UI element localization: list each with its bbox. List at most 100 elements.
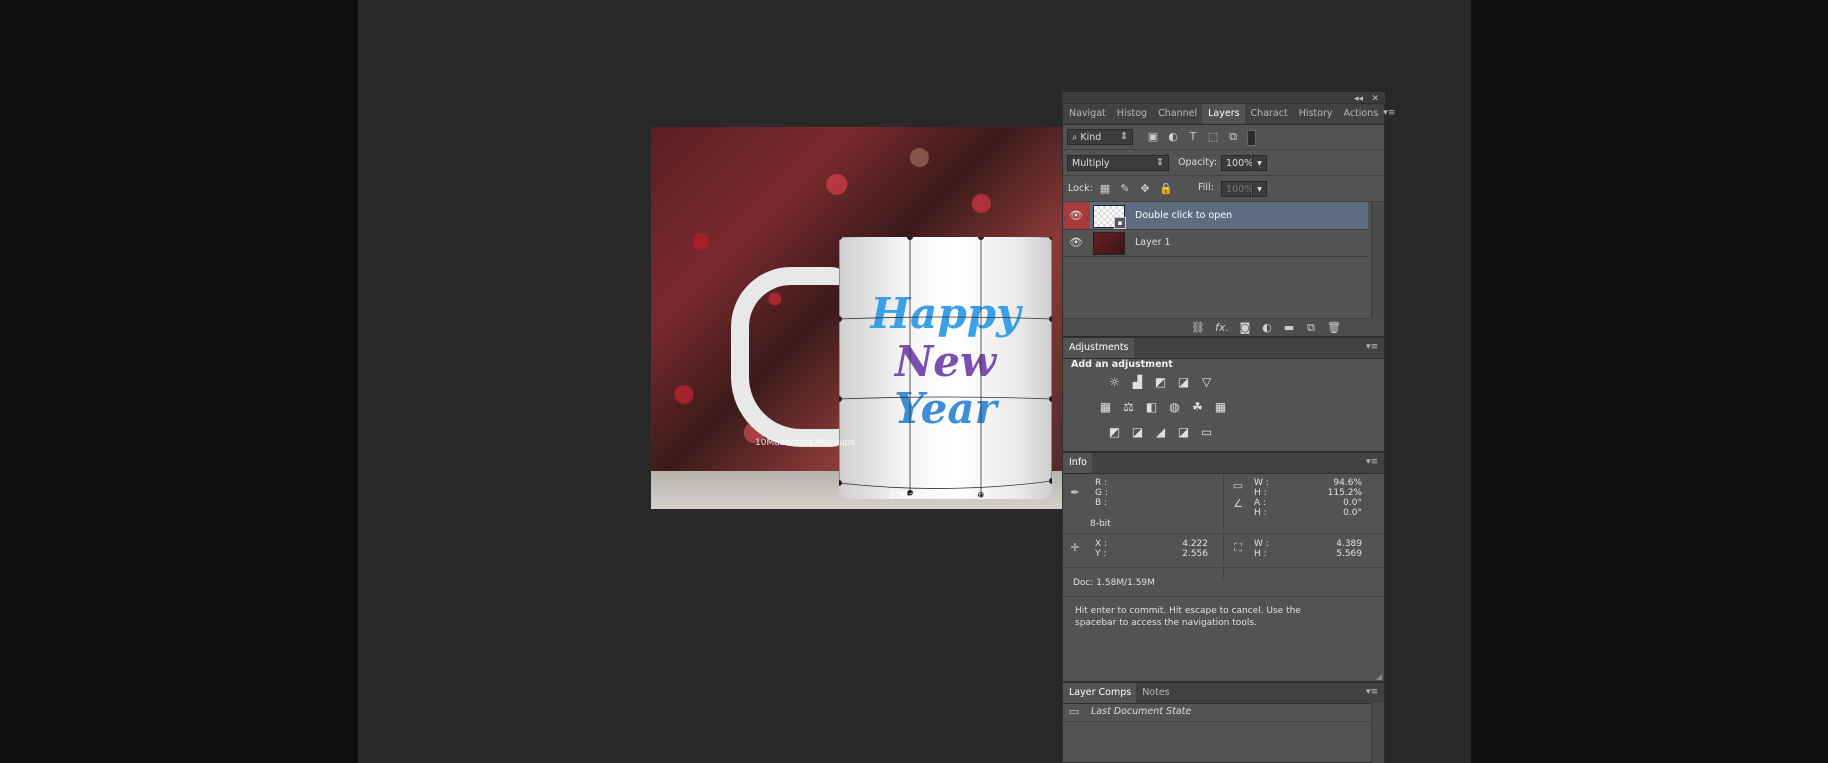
info-panel: Info ▾≡ ✒ R : G : B : 8-bit ▭ ∠ W : 94.6… <box>1062 452 1385 682</box>
hue-saturation-icon[interactable]: ▦ <box>1098 401 1113 414</box>
tab-notes[interactable]: Notes <box>1136 683 1174 703</box>
info-y-value: 2.556 <box>1182 549 1208 559</box>
layers-scrollbar[interactable] <box>1371 202 1384 318</box>
fill-input[interactable]: 100% <box>1221 181 1253 197</box>
folder-icon[interactable]: ▬ <box>1283 322 1295 334</box>
posterize-icon[interactable]: ◪ <box>1130 426 1145 439</box>
document-canvas[interactable]: Happy New Year 10Mazzzzzzz Mockups 10Maz… <box>651 127 1064 509</box>
panel-menu-icon[interactable]: ▾≡ <box>1366 683 1384 703</box>
info-w-value: 4.389 <box>1336 539 1362 549</box>
blend-mode-select[interactable]: Multiply ⇕ <box>1067 155 1169 171</box>
eye-icon[interactable]: 👁 <box>1069 236 1083 249</box>
select-arrows-icon: ⇕ <box>1156 157 1164 168</box>
smart-object-badge-icon: ▪ <box>1114 217 1126 229</box>
transform-size-icon: ▭ <box>1232 479 1244 492</box>
comp-state-icon: ▭ <box>1068 705 1080 718</box>
eye-icon[interactable]: 👁 <box>1069 209 1083 222</box>
lock-paint-icon[interactable]: ✎ <box>1119 183 1131 195</box>
info-transform-skew-value: 0.0° <box>1343 508 1362 518</box>
panel-menu-icon[interactable]: ▾≡ <box>1366 338 1384 358</box>
tab-actions[interactable]: Actions <box>1338 104 1384 124</box>
info-doc-size: Doc: 1.58M/1.59M <box>1073 578 1155 588</box>
tab-histogram[interactable]: Histog <box>1111 104 1152 124</box>
layers-panel-tabs: Navigat Histog Channel Layers Charact Hi… <box>1063 104 1395 125</box>
lock-label: Lock: <box>1068 183 1093 194</box>
lock-position-icon[interactable]: ✥ <box>1139 183 1151 195</box>
filter-type-icon[interactable]: T <box>1187 131 1199 143</box>
mask-icon[interactable]: ◙ <box>1239 322 1251 334</box>
panel-menu-icon[interactable]: ▾≡ <box>1366 453 1384 473</box>
opacity-input[interactable]: 100% <box>1221 155 1253 171</box>
tab-layers[interactable]: Layers <box>1202 104 1245 124</box>
info-row-divider <box>1063 533 1384 534</box>
filter-shape-icon[interactable]: ⬚ <box>1207 131 1219 143</box>
resize-grip-icon[interactable]: ◢ <box>1376 672 1382 681</box>
tab-character[interactable]: Charact <box>1245 104 1293 124</box>
exposure-icon[interactable]: ◪ <box>1176 376 1191 389</box>
photo-filter-icon[interactable]: ◍ <box>1167 401 1182 414</box>
fill-dropdown-button[interactable]: ▾ <box>1252 181 1267 197</box>
watermark-bottom: 10Mazzzzzzz Mockups <box>889 491 989 501</box>
info-divider <box>1223 475 1224 579</box>
adjustment-row-1: ☼ ▟ ◩ ◪ ▽ <box>1103 376 1218 389</box>
layer-row-smart-object[interactable]: 👁 ▪ Double click to open <box>1063 202 1368 230</box>
tab-navigator[interactable]: Navigat <box>1063 104 1111 124</box>
info-r-label: R : <box>1095 478 1108 488</box>
layer-name: Layer 1 <box>1135 237 1171 248</box>
tab-history[interactable]: History <box>1293 104 1338 124</box>
channel-mixer-icon[interactable]: ☘ <box>1190 401 1205 414</box>
layers-footer: ⛓ fx. ◙ ◐ ▬ ⧉ 🗑 <box>1063 318 1384 336</box>
selective-color-icon[interactable]: ◪ <box>1176 426 1191 439</box>
vibrance-icon[interactable]: ▽ <box>1199 376 1214 389</box>
adjustments-tabs: Adjustments ▾≡ <box>1063 338 1384 359</box>
info-transform-h-label: H : <box>1254 488 1267 498</box>
adjustments-heading: Add an adjustment <box>1071 359 1173 370</box>
tab-channels[interactable]: Channel <box>1152 104 1202 124</box>
filter-toggle-icon[interactable] <box>1247 130 1256 146</box>
warp-mesh[interactable] <box>839 237 1052 499</box>
watermark-left: 10Mazzzzzzz Mockups <box>755 438 855 448</box>
info-h-value: 5.569 <box>1336 549 1362 559</box>
threshold-icon[interactable]: ◢ <box>1153 426 1168 439</box>
layer-comps-panel: Layer Comps Notes ▾≡ ▭ Last Document Sta… <box>1062 682 1385 763</box>
layer-comps-scrollbar[interactable] <box>1371 703 1384 763</box>
fx-icon[interactable]: fx. <box>1215 322 1229 334</box>
link-icon[interactable]: ⛓ <box>1191 322 1205 334</box>
info-g-label: G : <box>1095 488 1108 498</box>
curves-icon[interactable]: ◩ <box>1153 376 1168 389</box>
trash-icon[interactable]: 🗑 <box>1327 322 1341 334</box>
filter-smart-object-icon[interactable]: ⧉ <box>1227 131 1239 143</box>
info-transform-skew-label: H : <box>1254 508 1267 518</box>
brightness-icon[interactable]: ☼ <box>1107 376 1122 389</box>
layer-thumbnail <box>1093 232 1125 255</box>
color-balance-icon[interactable]: ⚖ <box>1121 401 1136 414</box>
filter-adjustment-icon[interactable]: ◐ <box>1167 131 1179 143</box>
select-arrows-icon: ⇕ <box>1120 131 1128 142</box>
adjustment-row-2: ▦ ⚖ ◧ ◍ ☘ ▦ <box>1094 401 1232 414</box>
levels-icon[interactable]: ▟ <box>1130 376 1145 389</box>
layer-comp-item[interactable]: ▭ Last Document State <box>1063 703 1371 722</box>
info-h-label: H : <box>1254 549 1267 559</box>
lock-transparent-icon[interactable]: ▦ <box>1099 183 1111 195</box>
tab-adjustments[interactable]: Adjustments <box>1063 338 1134 358</box>
tab-info[interactable]: Info <box>1063 453 1092 473</box>
lock-all-icon[interactable]: 🔒 <box>1159 183 1173 195</box>
new-layer-icon[interactable]: ⧉ <box>1305 322 1317 334</box>
filter-kind-select[interactable]: ⌕ Kind ⇕ <box>1067 129 1133 145</box>
layer-row-layer-1[interactable]: 👁 Layer 1 <box>1063 229 1368 257</box>
fill-label: Fill: <box>1198 182 1214 193</box>
invert-icon[interactable]: ◩ <box>1107 426 1122 439</box>
opacity-dropdown-button[interactable]: ▾ <box>1252 155 1267 171</box>
adjustment-icon[interactable]: ◐ <box>1261 322 1273 334</box>
info-transform-w-label: W : <box>1254 478 1269 488</box>
black-white-icon[interactable]: ◧ <box>1144 401 1159 414</box>
adjustment-row-3: ◩ ◪ ◢ ◪ ▭ <box>1103 426 1218 439</box>
panel-menu-icon[interactable]: ▾≡ <box>1383 104 1401 124</box>
tab-layer-comps[interactable]: Layer Comps <box>1063 683 1137 703</box>
filter-pixel-icon[interactable]: ▣ <box>1147 131 1159 143</box>
layer-filter-row: ⌕ Kind ⇕ ▣ ◐ T ⬚ ⧉ <box>1063 124 1384 150</box>
info-row-divider <box>1063 596 1384 597</box>
gradient-map-icon[interactable]: ▭ <box>1199 426 1214 439</box>
color-lookup-icon[interactable]: ▦ <box>1213 401 1228 414</box>
info-tabs: Info ▾≡ <box>1063 453 1384 474</box>
